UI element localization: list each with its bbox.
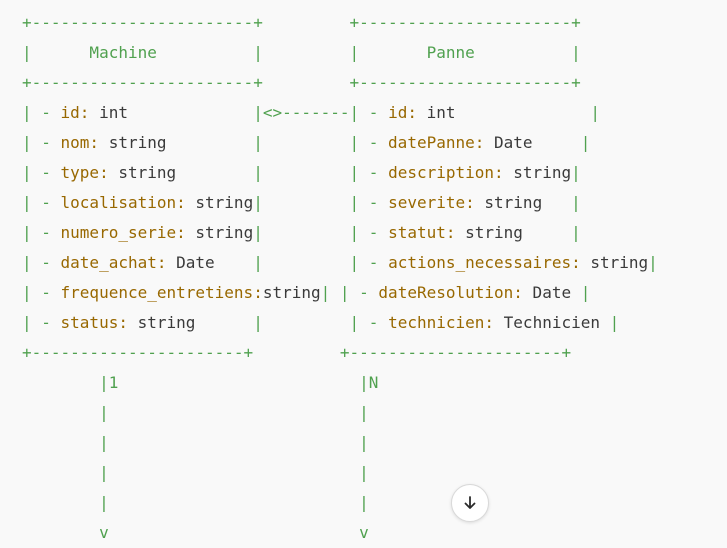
field-type: string bbox=[185, 223, 254, 242]
field-name: datePanne: bbox=[388, 133, 485, 152]
field-type: string bbox=[580, 253, 649, 272]
diagram-border: | bbox=[648, 253, 658, 272]
diagram-border: | | bbox=[22, 403, 369, 422]
diagram-border: | bbox=[580, 133, 591, 152]
field-type: string bbox=[99, 133, 254, 152]
diagram-border: | bbox=[580, 283, 591, 302]
code-line: | - frequence_entretiens:string| | - dat… bbox=[22, 278, 722, 308]
ascii-class-diagram: +-----------------------+ +-------------… bbox=[22, 8, 722, 548]
code-line: | - localisation: string| | - severite: … bbox=[22, 188, 722, 218]
code-line: +-----------------------+ +-------------… bbox=[22, 8, 722, 38]
field-name: statut: bbox=[388, 223, 456, 242]
field-type: string bbox=[474, 193, 572, 212]
diagram-border: | - bbox=[22, 283, 61, 302]
diagram-border: | bbox=[590, 103, 600, 122]
field-type: string bbox=[127, 313, 254, 332]
diagram-border: | bbox=[571, 223, 581, 242]
field-name: technicien: bbox=[388, 313, 495, 332]
diagram-border: | bbox=[609, 313, 620, 332]
field-type: string bbox=[262, 283, 321, 302]
field-name: status: bbox=[60, 313, 128, 332]
field-name: nom: bbox=[60, 133, 100, 152]
field-name: description: bbox=[388, 163, 504, 182]
field-type: string bbox=[503, 163, 572, 182]
code-line: | - date_achat: Date | | - actions_neces… bbox=[22, 248, 722, 278]
diagram-border: |1 |N bbox=[22, 373, 379, 392]
code-line: | - id: int |<>-------| - id: int | bbox=[22, 98, 722, 128]
field-type: int bbox=[416, 103, 591, 122]
diagram-border: | | - bbox=[253, 313, 389, 332]
arrow-down-icon bbox=[464, 496, 476, 509]
code-line: | Machine | | Panne | bbox=[22, 38, 722, 68]
diagram-border: | | - bbox=[253, 223, 389, 242]
field-type: Date bbox=[484, 133, 581, 152]
field-name: localisation: bbox=[60, 193, 186, 212]
field-name: numero_serie: bbox=[60, 223, 186, 242]
diagram-border: +-----------------------+ +-------------… bbox=[22, 13, 581, 32]
scroll-to-bottom-button[interactable] bbox=[451, 484, 489, 522]
diagram-border: | | - bbox=[253, 253, 389, 272]
diagram-border: | | - bbox=[253, 163, 389, 182]
field-name: type: bbox=[60, 163, 109, 182]
code-line: +-----------------------+ +-------------… bbox=[22, 68, 722, 98]
field-type: Technicien bbox=[494, 313, 610, 332]
field-type: string bbox=[185, 193, 254, 212]
diagram-border: | bbox=[571, 163, 581, 182]
code-line: | | bbox=[22, 398, 722, 428]
diagram-border: | Machine | | Panne | bbox=[22, 43, 581, 62]
field-name: actions_necessaires: bbox=[388, 253, 581, 272]
code-line: | - nom: string | | - datePanne: Date | bbox=[22, 128, 722, 158]
diagram-border: | - bbox=[22, 133, 61, 152]
diagram-border: +----------------------+ +--------------… bbox=[22, 343, 572, 362]
diagram-border: | | - bbox=[253, 193, 389, 212]
code-line: v v bbox=[22, 518, 722, 548]
code-line: +----------------------+ +--------------… bbox=[22, 338, 722, 368]
field-type: string bbox=[455, 223, 572, 242]
field-name: severite: bbox=[388, 193, 475, 212]
code-line: | | bbox=[22, 488, 722, 518]
diagram-border: | | bbox=[22, 433, 369, 452]
field-name: id: bbox=[388, 103, 417, 122]
field-name: frequence_entretiens: bbox=[60, 283, 263, 302]
diagram-border: |<>-------| - bbox=[253, 103, 389, 122]
code-line: | - type: string | | - description: stri… bbox=[22, 158, 722, 188]
field-name: date_achat: bbox=[60, 253, 167, 272]
code-line: | | bbox=[22, 458, 722, 488]
diagram-border: | - bbox=[22, 103, 61, 122]
field-name: id: bbox=[60, 103, 90, 122]
diagram-border: v v bbox=[22, 523, 369, 542]
diagram-border: | | - bbox=[320, 283, 379, 302]
field-type: Date bbox=[166, 253, 254, 272]
diagram-border: | bbox=[571, 193, 581, 212]
diagram-border: | | - bbox=[253, 133, 389, 152]
diagram-border: | | bbox=[22, 493, 369, 512]
diagram-border: | - bbox=[22, 313, 61, 332]
diagram-border: | | bbox=[22, 463, 369, 482]
field-type: string bbox=[108, 163, 254, 182]
diagram-border: +-----------------------+ +-------------… bbox=[22, 73, 581, 92]
diagram-border: | - bbox=[22, 163, 61, 182]
diagram-border: | - bbox=[22, 223, 61, 242]
diagram-border: | - bbox=[22, 253, 61, 272]
field-name: dateResolution: bbox=[378, 283, 523, 302]
diagram-border: | - bbox=[22, 193, 61, 212]
code-line: | - numero_serie: string| | - statut: st… bbox=[22, 218, 722, 248]
code-line: | - status: string | | - technicien: Tec… bbox=[22, 308, 722, 338]
field-type: int bbox=[89, 103, 254, 122]
code-line: |1 |N bbox=[22, 368, 722, 398]
code-line: | | bbox=[22, 428, 722, 458]
field-type: Date bbox=[522, 283, 581, 302]
